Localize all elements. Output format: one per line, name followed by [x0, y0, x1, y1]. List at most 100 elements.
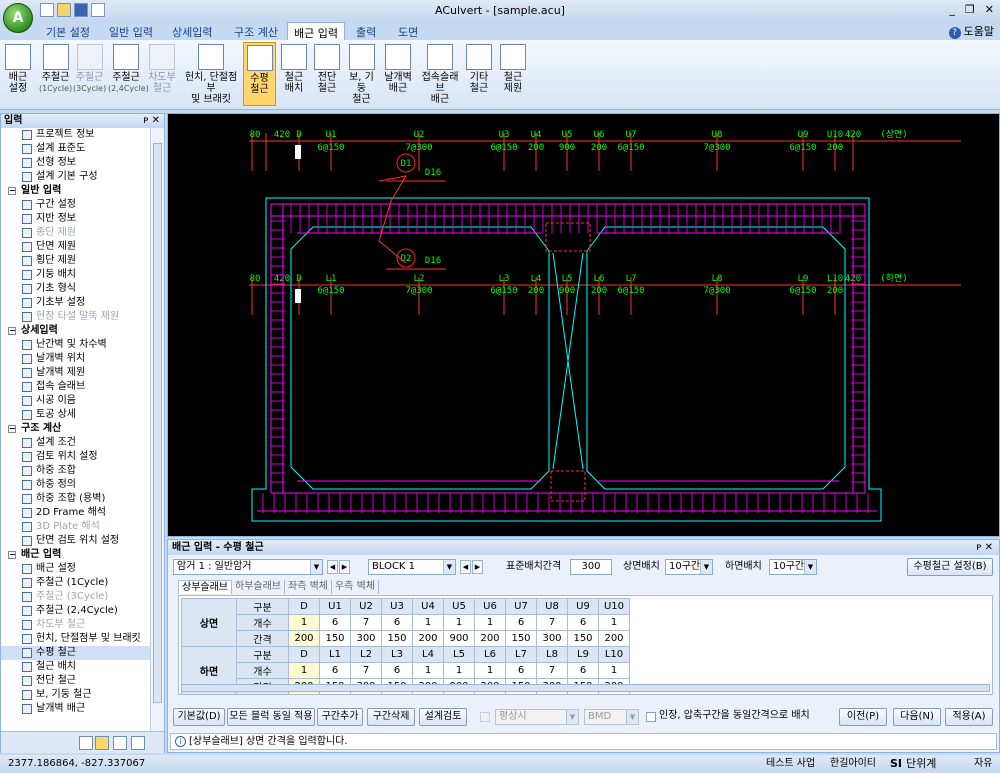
collapse-icon[interactable]: − — [8, 551, 16, 559]
save-icon[interactable] — [74, 3, 88, 17]
table-cell[interactable]: 1 — [412, 614, 444, 631]
subtab-2[interactable]: 좌측 벽체 — [285, 580, 332, 594]
table-cell[interactable]: 7 — [536, 662, 568, 679]
block-select[interactable]: BLOCK 1 ▼ — [368, 559, 456, 575]
rebar-setting-button[interactable]: 배근 설정 — [3, 42, 33, 106]
tree-item[interactable]: 접속 슬래브 — [1, 380, 151, 394]
load-case-select[interactable]: 평상시 ▼ — [495, 709, 579, 725]
shear-rebar-button[interactable]: 전단 철근 — [312, 42, 342, 106]
subtab-3[interactable]: 우측 벽체 — [332, 580, 379, 594]
std-spacing-input[interactable]: 300 — [570, 559, 612, 575]
table-cell[interactable]: 1 — [474, 662, 506, 679]
table-cell[interactable]: 6 — [381, 614, 413, 631]
tree-item[interactable]: 현장 타설 말뚝 제원 — [1, 310, 151, 324]
culvert-select[interactable]: 암거 1 : 일반암거 ▼ — [173, 559, 323, 575]
tab-general-input[interactable]: 일반 입력 — [103, 22, 159, 40]
list-view-icon[interactable] — [79, 736, 93, 750]
table-cell[interactable]: 150 — [319, 630, 351, 647]
tree-item[interactable]: 설계 표준도 — [1, 142, 151, 156]
tab-drawing[interactable]: 도면 — [392, 22, 424, 40]
subtab-1[interactable]: 하부슬래브 — [232, 580, 285, 594]
tree-item[interactable]: 헌치, 단절점부 및 브래킷 — [1, 632, 151, 646]
table-cell[interactable]: 150 — [567, 630, 599, 647]
prev-block-button[interactable]: ◀ — [460, 560, 471, 574]
application-menu-button[interactable]: A — [3, 3, 33, 33]
tree-item[interactable]: 보, 기둥 철근 — [1, 688, 151, 702]
table-cell[interactable]: 1 — [474, 614, 506, 631]
table-cell[interactable]: 6 — [381, 662, 413, 679]
tree-view-icon[interactable] — [95, 736, 109, 750]
tree-item[interactable]: 3D Plate 해석 — [1, 520, 151, 534]
approach-slab-rebar-button[interactable]: 접속슬래브 배근 — [419, 42, 461, 106]
rebar-arrangement-button[interactable]: 철근 배치 — [278, 42, 310, 106]
table-cell[interactable]: 1 — [598, 662, 630, 679]
apply-all-blocks-button[interactable]: 모든 블럭 동일 적용 — [227, 708, 315, 726]
table-cell[interactable]: 200 — [412, 630, 444, 647]
table-cell[interactable]: 6 — [319, 614, 351, 631]
tab-detail-input[interactable]: 상세입력 — [166, 22, 218, 40]
tree-item[interactable]: 난간벽 및 차수벽 — [1, 338, 151, 352]
tree-item[interactable]: 토공 상세 — [1, 408, 151, 422]
tree-item[interactable]: 하중 정의 — [1, 478, 151, 492]
panel-pin-close[interactable]: ᴘ ✕ — [976, 540, 993, 555]
table-cell[interactable]: 150 — [505, 630, 537, 647]
equal-spacing-checkbox[interactable] — [646, 712, 656, 722]
main-rebar-24cycle-button[interactable]: 주철근 (2,4Cycle) — [108, 42, 149, 106]
tree-item[interactable]: 날개벽 위치 — [1, 352, 151, 366]
bottom-layout-select[interactable]: 10구간 ▼ — [769, 559, 817, 575]
tab-rebar-input[interactable]: 배근 입력 — [287, 22, 345, 40]
tree-group[interactable]: − 일반 입력 — [1, 184, 151, 198]
next-block-button[interactable]: ▶ — [472, 560, 483, 574]
other-rebar-button[interactable]: 기타 철근 — [463, 42, 495, 106]
tree-item[interactable]: 2D Frame 해석 — [1, 506, 151, 520]
table-cell[interactable]: 1 — [598, 614, 630, 631]
main-rebar-3cycle-button[interactable]: 주철근 (3Cycle) — [73, 42, 106, 106]
table-cell[interactable]: 300 — [350, 630, 382, 647]
add-span-button[interactable]: 구간추가 — [317, 708, 363, 726]
chevron-down-icon[interactable]: ▼ — [310, 560, 322, 574]
new-file-icon[interactable] — [40, 3, 54, 17]
design-check-checkbox[interactable] — [480, 712, 490, 722]
top-layout-select[interactable]: 10구간 ▼ — [665, 559, 713, 575]
tree-item[interactable]: 하중 조합 — [1, 464, 151, 478]
tree-item[interactable]: 시공 이음 — [1, 394, 151, 408]
table-cell[interactable]: 7 — [536, 614, 568, 631]
table-cell[interactable]: 7 — [350, 662, 382, 679]
tree-group[interactable]: − 배근 입력 — [1, 548, 151, 562]
main-rebar-1cycle-button[interactable]: 주철근 (1Cycle) — [39, 42, 72, 106]
tree-scrollbar[interactable] — [150, 128, 164, 731]
tree-item[interactable]: 횡단 제원 — [1, 254, 151, 268]
pane-pin-close[interactable]: ᴘ ✕ — [143, 114, 160, 128]
tree-item[interactable]: 전단 철근 — [1, 674, 151, 688]
tree-item[interactable]: 주철근 (3Cycle) — [1, 590, 151, 604]
prev-button[interactable]: 이전(P) — [839, 708, 887, 726]
help-button[interactable]: ? 도움말 — [948, 23, 994, 39]
collapse-icon[interactable]: − — [8, 327, 16, 335]
design-check-button[interactable]: 설계검토 — [419, 708, 467, 726]
table-cell[interactable]: 1 — [288, 662, 320, 679]
table-cell[interactable]: 1 — [288, 614, 320, 631]
tree-item[interactable]: 날개벽 배근 — [1, 702, 151, 716]
tree-item[interactable]: 날개벽 제원 — [1, 366, 151, 380]
cad-drawing[interactable]: 80 420 D U1 U2 U3 U4 U5 U6 U7 U8 U9 U10 420 (상면)6@150 7… — [168, 114, 999, 536]
tree-item[interactable]: 지반 정보 — [1, 212, 151, 226]
tree-item[interactable]: 종단 제원 — [1, 226, 151, 240]
open-folder-icon[interactable] — [57, 3, 71, 17]
close-button[interactable]: ✕ — [985, 3, 994, 16]
tree-item[interactable]: 수평 철근 — [1, 646, 151, 660]
tree-item[interactable]: 설계 조건 — [1, 436, 151, 450]
delete-span-button[interactable]: 구간삭제 — [367, 708, 415, 726]
table-cell[interactable]: 6 — [567, 662, 599, 679]
drawing-canvas[interactable]: 80 420 D U1 U2 U3 U4 U5 U6 U7 U8 U9 U10 420 (상면) 6@150 7… — [167, 113, 1000, 537]
tree-item[interactable]: 하중 조합 (용벽) — [1, 492, 151, 506]
table-cell[interactable]: 6 — [319, 662, 351, 679]
collapse-icon[interactable]: − — [8, 425, 16, 433]
rebar-spec-button[interactable]: 철근 제원 — [497, 42, 529, 106]
restore-button[interactable]: ❐ — [965, 3, 975, 16]
table-cell[interactable]: 6 — [505, 662, 537, 679]
tree-item[interactable]: 주철근 (1Cycle) — [1, 576, 151, 590]
table-cell[interactable]: 150 — [381, 630, 413, 647]
tree-item[interactable]: 주철근 (2,4Cycle) — [1, 604, 151, 618]
minimize-button[interactable]: _ — [949, 3, 955, 16]
tree-item[interactable]: 철근 배치 — [1, 660, 151, 674]
